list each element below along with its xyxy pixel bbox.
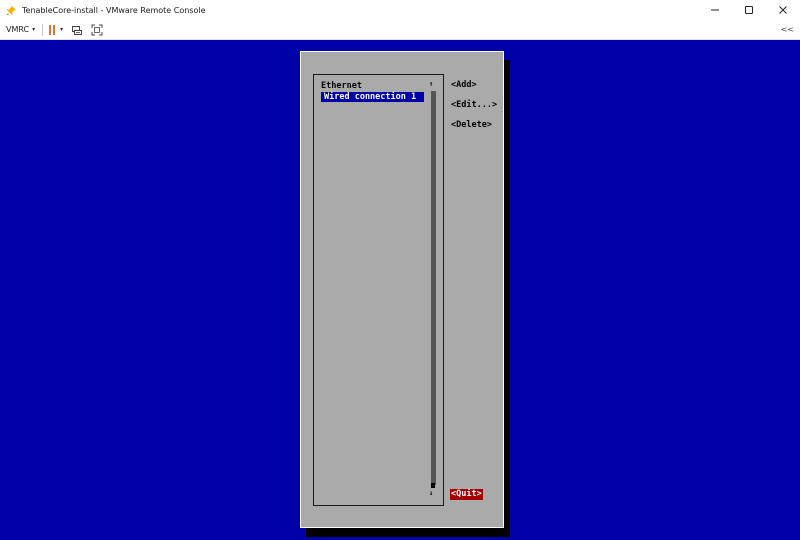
maximize-icon — [745, 6, 753, 14]
scrollbar[interactable] — [431, 91, 436, 485]
toolbar: VMRC ▾ ▾ << — [0, 20, 800, 40]
pin-icon — [5, 4, 17, 16]
window-title: TenableCore-install - VMware Remote Cons… — [22, 5, 206, 15]
arrow-up-icon[interactable]: ↑ — [429, 80, 433, 88]
list-heading-ethernet: Ethernet — [321, 81, 362, 91]
title-bar: TenableCore-install - VMware Remote Cons… — [0, 0, 800, 21]
vm-console[interactable]: Ethernet Wired connection 1 ↑ ↓ <Add> <E… — [0, 40, 800, 540]
collapse-toolbar-button[interactable]: << — [781, 20, 794, 39]
edit-button[interactable]: <Edit...> — [451, 100, 497, 110]
minimize-icon — [711, 9, 719, 11]
add-button[interactable]: <Add> — [451, 80, 477, 90]
vmrc-menu-button[interactable]: VMRC ▾ — [6, 25, 35, 34]
nmtui-dialog: Ethernet Wired connection 1 ↑ ↓ <Add> <E… — [300, 51, 504, 528]
quit-button[interactable]: <Quit> — [450, 489, 483, 500]
pause-icon — [49, 24, 57, 35]
close-button[interactable] — [766, 0, 800, 20]
delete-button[interactable]: <Delete> — [451, 120, 492, 130]
pause-button[interactable]: ▾ — [49, 24, 63, 35]
minimize-button[interactable] — [698, 0, 732, 20]
keyboard-icon — [72, 25, 83, 35]
close-icon — [779, 6, 787, 14]
toolbar-divider — [42, 23, 44, 36]
power-options-chevron-icon[interactable]: ▾ — [60, 26, 63, 33]
arrow-down-icon[interactable]: ↓ — [429, 489, 433, 497]
chevron-down-icon: ▾ — [32, 26, 36, 33]
send-ctrl-alt-del-button[interactable] — [71, 24, 83, 36]
maximize-button[interactable] — [732, 0, 766, 20]
list-item-selected[interactable]: Wired connection 1 — [321, 92, 424, 102]
scrollbar-thumb[interactable] — [431, 483, 435, 488]
window-controls — [698, 0, 800, 20]
vmrc-menu-label: VMRC — [6, 25, 30, 34]
fullscreen-icon — [91, 24, 103, 35]
fullscreen-button[interactable] — [91, 24, 103, 36]
connection-listbox[interactable]: Ethernet Wired connection 1 ↑ ↓ — [313, 74, 444, 506]
